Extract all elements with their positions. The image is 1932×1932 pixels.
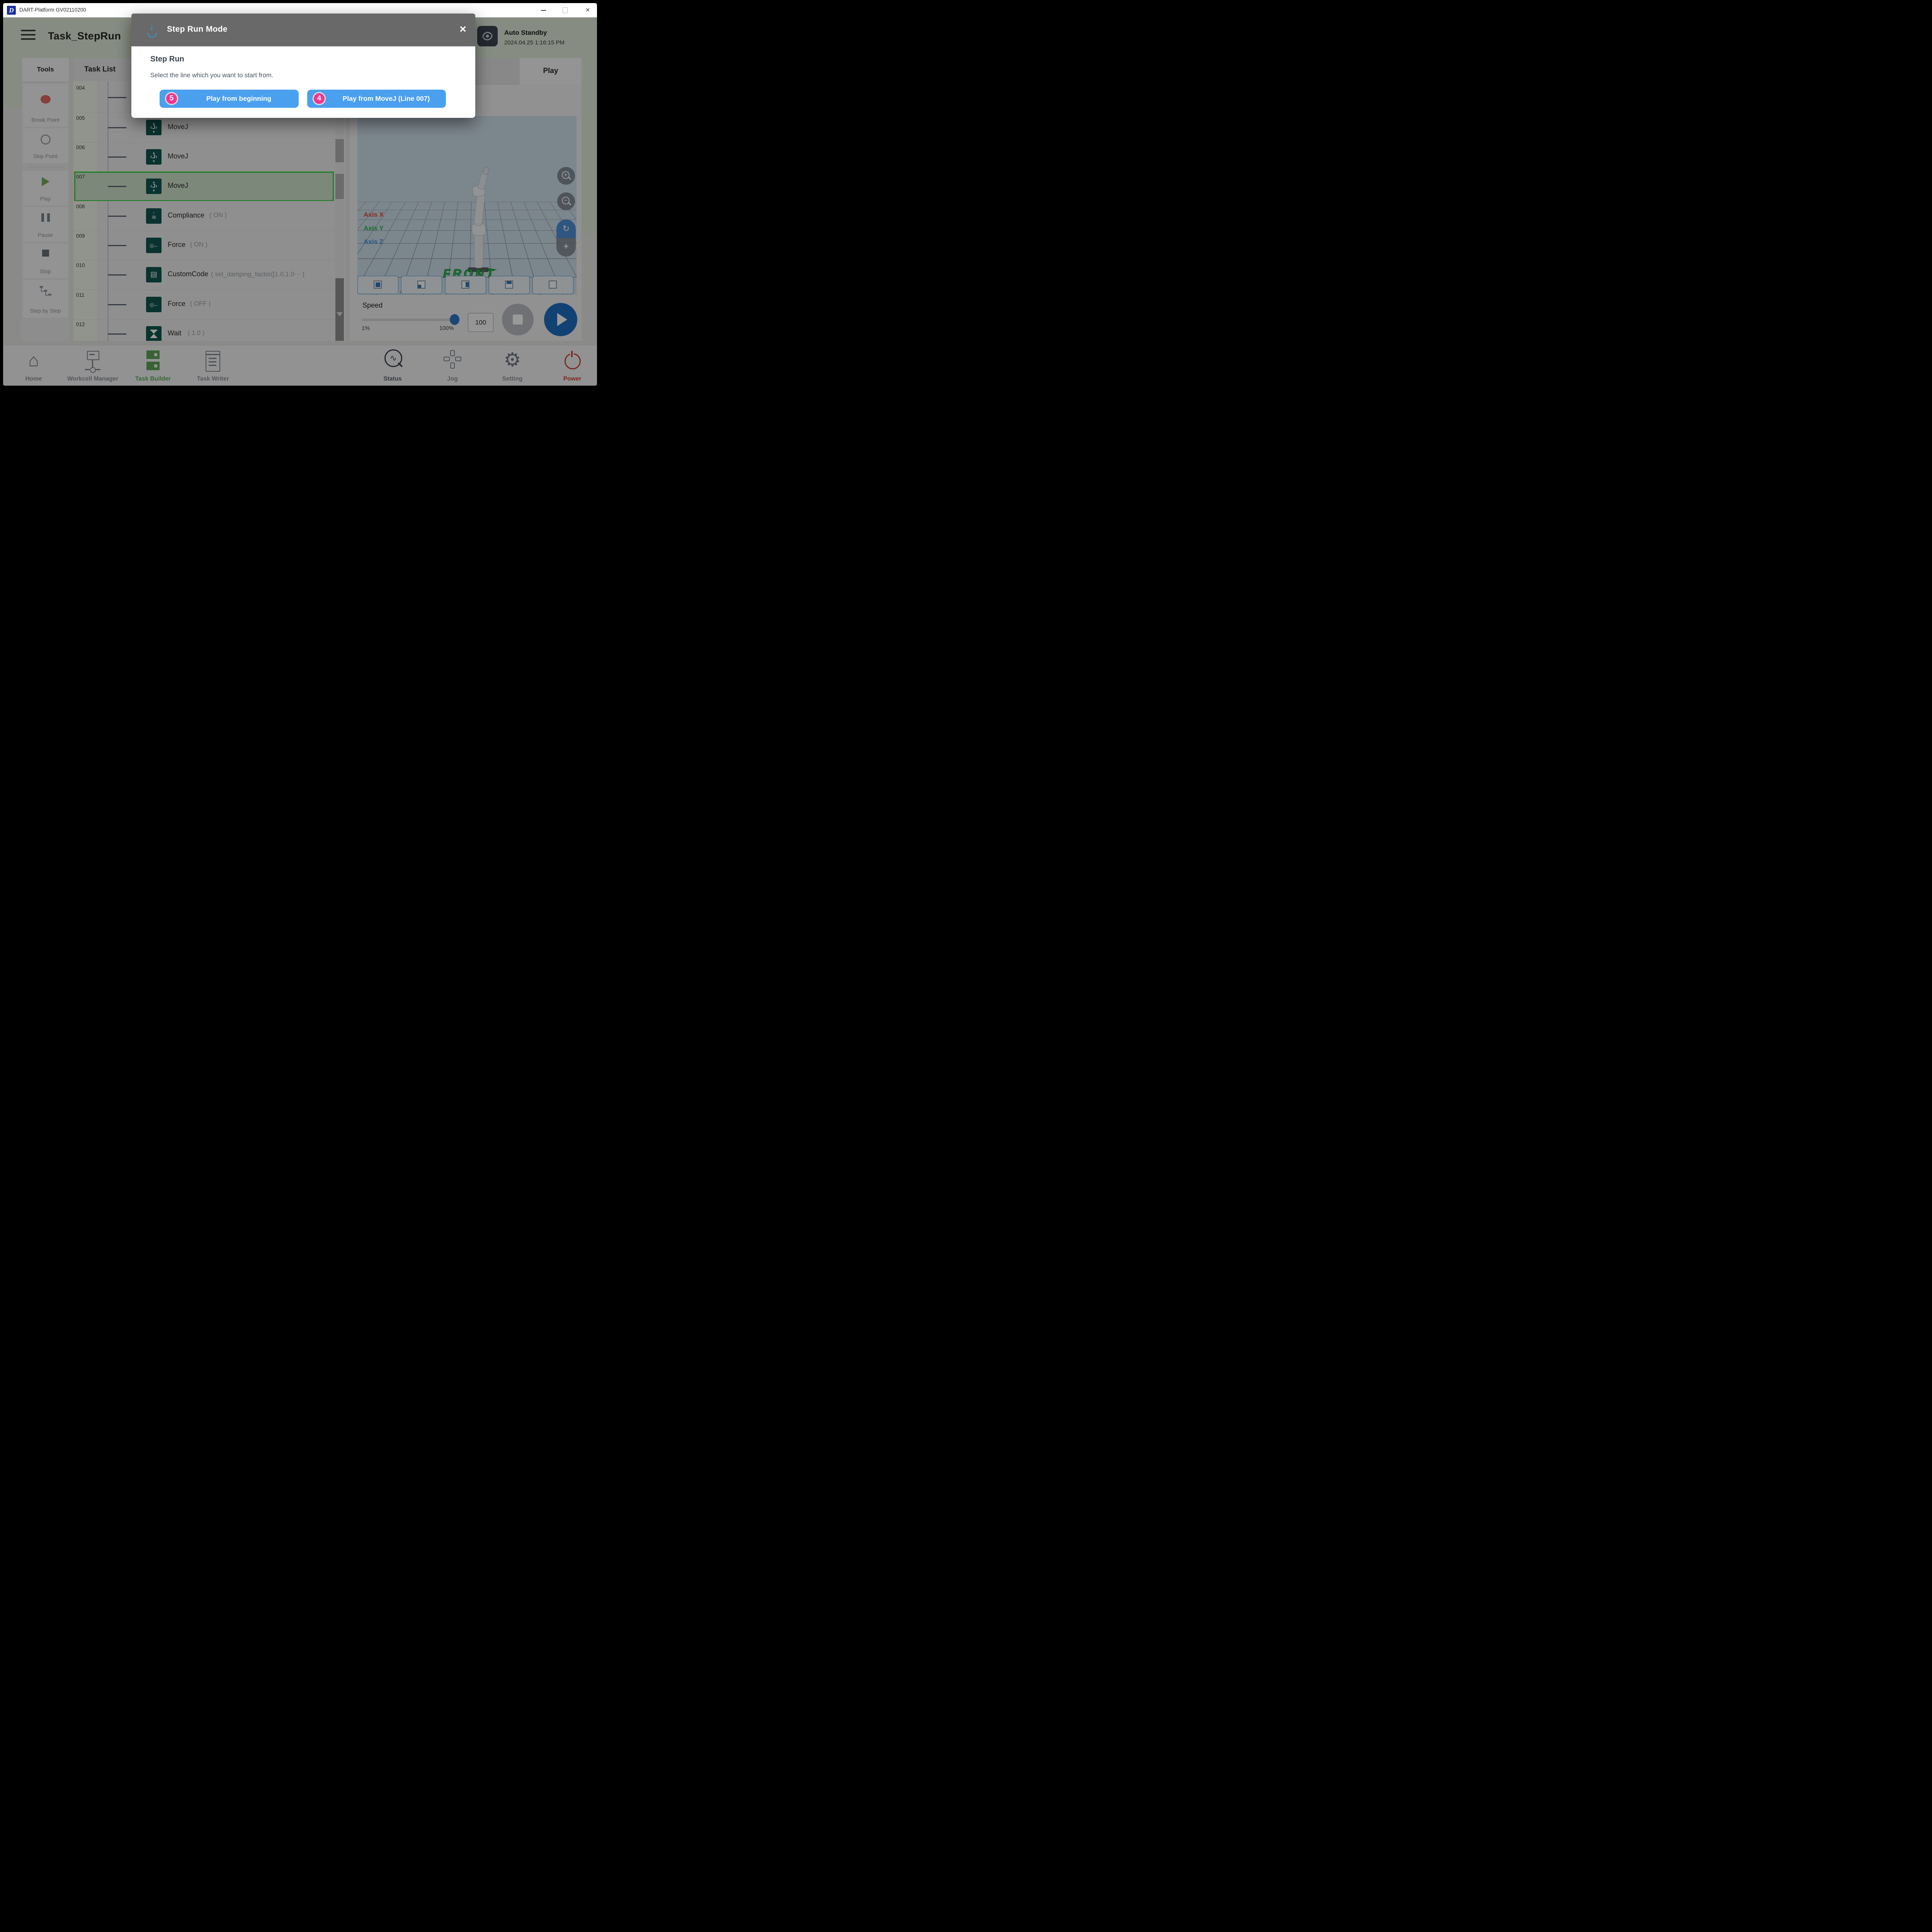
play-from-movej-button[interactable]: 4 Play from MoveJ (Line 007) (307, 90, 446, 108)
window-title: DART-Platform GV02110200 (19, 7, 86, 13)
dialog-body: Step Run Select the line which you want … (131, 46, 475, 118)
play-from-beginning-button[interactable]: 5 Play from beginning (160, 90, 299, 108)
doosan-logo-icon: D (7, 6, 16, 15)
badge-5: 5 (165, 92, 178, 105)
dialog-heading: Step Run (150, 55, 184, 64)
dialog-header: ↓ Step Run Mode × (131, 14, 475, 46)
dialog-title: Step Run Mode (167, 25, 228, 34)
close-icon[interactable]: × (455, 22, 471, 37)
step-run-mode-dialog: ↓ Step Run Mode × Step Run Select the li… (131, 14, 475, 118)
screenshot-frame: D DART-Platform GV02110200 × Task_StepRu… (0, 0, 600, 389)
dart-platform-window: D DART-Platform GV02110200 × Task_StepRu… (3, 3, 597, 386)
badge-4: 4 (313, 92, 326, 105)
maximize-button[interactable] (556, 3, 574, 17)
minimize-button[interactable] (534, 3, 552, 17)
dialog-description: Select the line which you want to start … (150, 72, 273, 79)
close-window-button[interactable]: × (579, 3, 597, 17)
step-run-download-icon: ↓ (146, 22, 158, 37)
